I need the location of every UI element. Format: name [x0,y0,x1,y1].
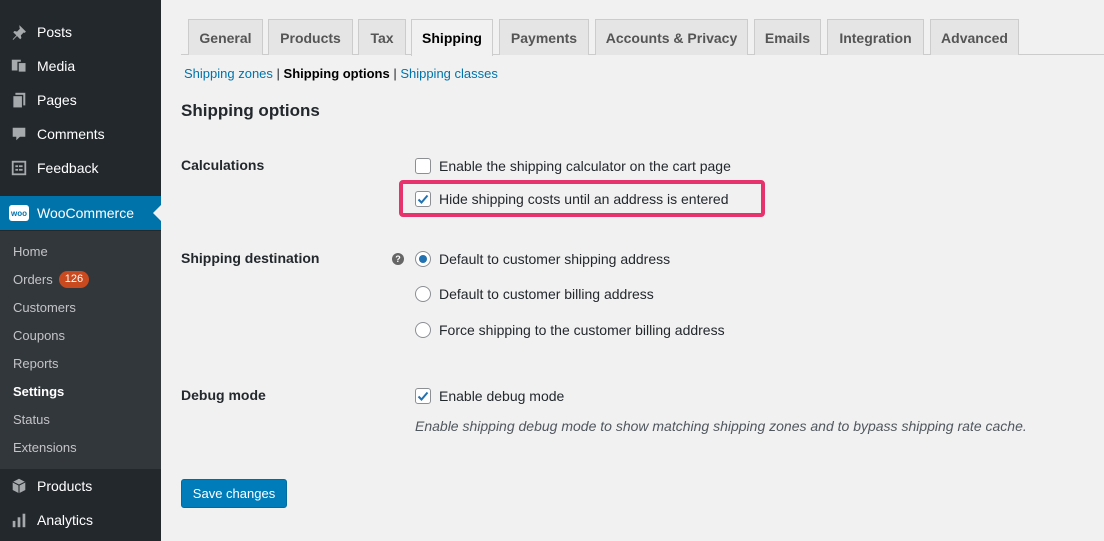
tab-shipping[interactable]: Shipping [411,19,493,56]
debug-mode-description: Enable shipping debug mode to show match… [415,418,1027,434]
menu-pages-label: Pages [37,92,77,108]
pages-icon [9,90,29,110]
menu-feedback[interactable]: Feedback [0,151,161,185]
media-icon [9,56,29,76]
shipping-options-current: Shipping options [283,66,390,81]
pin-icon [9,22,29,42]
destination-billing-option[interactable]: Default to customer billing address [415,284,654,304]
menu-woocommerce-label: WooCommerce [37,205,134,221]
submenu-status[interactable]: Status [13,405,50,433]
submenu-home[interactable]: Home [13,237,48,265]
tab-products[interactable]: Products [268,19,353,55]
admin-sidebar: Posts Media Pages Comments Feedback woo … [0,0,161,541]
box-icon [9,476,29,496]
highlight-box [399,180,765,217]
debug-mode-checkbox[interactable] [415,388,431,404]
submenu-settings[interactable]: Settings [13,377,64,405]
bar-chart-icon [9,510,29,530]
menu-woocommerce[interactable]: woo WooCommerce [0,196,161,230]
tab-payments[interactable]: Payments [499,19,589,55]
tab-accounts-privacy[interactable]: Accounts & Privacy [595,19,748,55]
submenu-coupons[interactable]: Coupons [13,321,65,349]
submenu-extensions[interactable]: Extensions [13,433,77,461]
shipping-destination-label: Shipping destination [181,250,320,266]
woocommerce-submenu: Home Orders 126 Customers Coupons Report… [0,231,161,469]
shipping-zones-link[interactable]: Shipping zones [184,66,273,81]
menu-analytics-label: Analytics [37,512,94,528]
menu-posts[interactable]: Posts [0,15,161,49]
menu-products[interactable]: Products [0,469,161,503]
woocommerce-icon: woo [9,203,29,223]
menu-products-label: Products [37,478,93,494]
submenu-reports[interactable]: Reports [13,349,59,377]
shipping-calculator-checkbox[interactable] [415,158,431,174]
force-billing-radio[interactable] [415,322,431,338]
comment-icon [9,124,29,144]
menu-media-label: Media [37,58,76,74]
shipping-classes-link[interactable]: Shipping classes [400,66,498,81]
feedback-icon [9,158,29,178]
tab-general[interactable]: General [188,19,263,55]
calculations-label: Calculations [181,157,265,173]
menu-posts-label: Posts [37,24,73,40]
menu-comments[interactable]: Comments [0,117,161,151]
destination-shipping-radio[interactable] [415,251,431,267]
submenu-customers[interactable]: Customers [13,293,76,321]
page-title: Shipping options [181,101,320,120]
menu-pages[interactable]: Pages [0,83,161,117]
tab-emails[interactable]: Emails [754,19,821,55]
menu-comments-label: Comments [37,126,105,142]
menu-feedback-label: Feedback [37,160,99,176]
tab-tax[interactable]: Tax [358,19,406,55]
checkmark-icon [417,391,429,401]
shipping-calculator-option[interactable]: Enable the shipping calculator on the ca… [415,156,731,176]
shipping-subnav: Shipping zones | Shipping options | Ship… [184,66,498,81]
tab-advanced[interactable]: Advanced [930,19,1019,55]
submenu-orders[interactable]: Orders 126 [13,265,90,293]
destination-billing-radio[interactable] [415,286,431,302]
tab-integration[interactable]: Integration [827,19,924,55]
save-changes-button[interactable]: Save changes [181,479,287,508]
debug-mode-label: Debug mode [181,387,266,403]
orders-count-badge: 126 [58,270,90,288]
destination-shipping-option[interactable]: Default to customer shipping address [415,249,670,269]
debug-mode-option[interactable]: Enable debug mode [415,386,564,406]
help-icon[interactable]: ? [392,253,404,265]
menu-analytics[interactable]: Analytics [0,503,161,537]
menu-media[interactable]: Media [0,49,161,83]
force-billing-option[interactable]: Force shipping to the customer billing a… [415,320,725,340]
